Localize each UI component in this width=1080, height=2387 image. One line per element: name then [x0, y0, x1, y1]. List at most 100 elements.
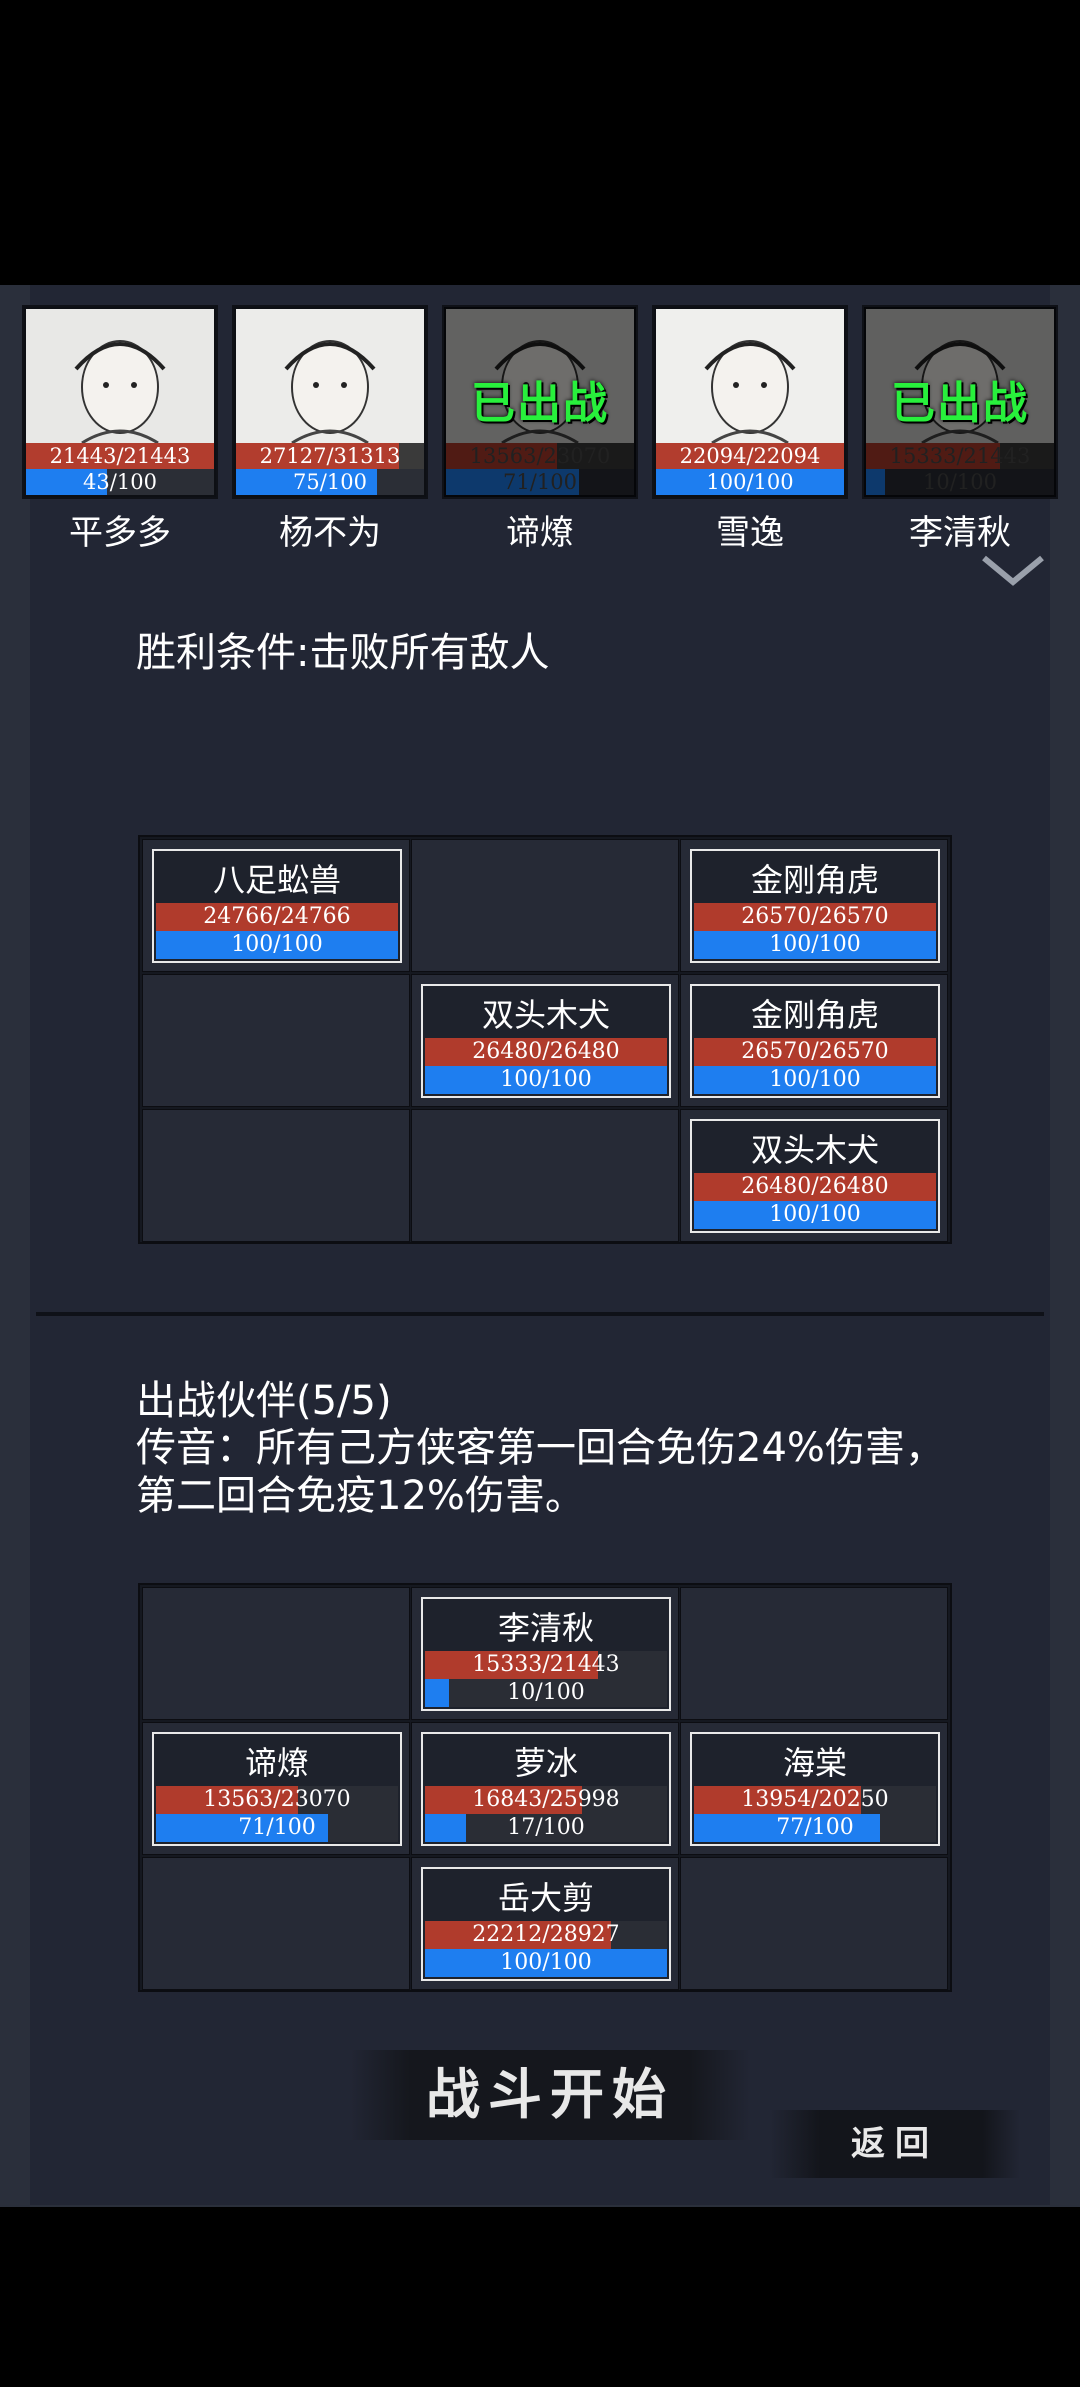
- unit-hp-bar: 16843/25998: [425, 1786, 667, 1814]
- unit-card[interactable]: 萝冰 16843/25998 17/100: [421, 1732, 671, 1846]
- hero-card[interactable]: 21443/21443 43/100 平多多: [22, 305, 218, 554]
- hero-hp-text: 21443/21443: [49, 444, 191, 468]
- unit-energy-text: 100/100: [769, 932, 861, 957]
- unit-energy-text: 10/100: [507, 1680, 585, 1705]
- bottom-black-bar: [0, 2207, 1080, 2387]
- unit-energy-bar: 100/100: [425, 1949, 667, 1977]
- hero-portrait: [236, 309, 424, 443]
- partners-title: 出战伙伴(5/5): [136, 1378, 392, 1424]
- unit-hp-text: 13563/23070: [203, 1787, 351, 1812]
- unit-energy-bar: 100/100: [425, 1066, 667, 1094]
- hero-hp-bar: 27127/31313: [236, 443, 424, 469]
- hero-name: 谛燎: [506, 513, 574, 553]
- hero-energy-bar: 75/100: [236, 469, 424, 495]
- unit-name: 双头木犬: [481, 996, 610, 1034]
- formation-cell[interactable]: [680, 1587, 948, 1720]
- hero-card[interactable]: 15333/2144310/100已出战李清秋: [862, 305, 1058, 554]
- unit-hp-text: 26570/26570: [741, 904, 889, 929]
- unit-hp-bar: 13954/20250: [694, 1786, 936, 1814]
- hero-hp-bar: 21443/21443: [26, 443, 214, 469]
- partners-buff-note: 传音：所有己方侠客第一回合免伤24%伤害，第二回合免疫12%伤害。: [136, 1425, 945, 1519]
- unit-energy-bar: 100/100: [156, 931, 398, 959]
- unit-name: 金刚角虎: [750, 861, 879, 899]
- hero-energy-bar: 100/100: [656, 469, 844, 495]
- unit-energy-text: 77/100: [776, 1815, 854, 1840]
- enemy-formation-grid: 八足蚣兽 24766/24766 100/100 金刚角虎 26570/26570 100…: [138, 835, 952, 1244]
- hero-card[interactable]: 22094/22094 100/100 雪逸: [652, 305, 848, 554]
- top-black-bar: [0, 0, 1080, 285]
- hero-portrait: [26, 309, 214, 443]
- unit-card[interactable]: 金刚角虎 26570/26570 100/100: [690, 984, 940, 1098]
- unit-energy-bar: 71/100: [156, 1814, 398, 1842]
- formation-cell[interactable]: 岳大剪 22212/28927 100/100: [411, 1857, 679, 1990]
- hero-energy-text: 100/100: [706, 470, 794, 494]
- formation-cell[interactable]: 双头木犬 26480/26480 100/100: [680, 1109, 948, 1242]
- unit-card[interactable]: 海棠 13954/20250 77/100: [690, 1732, 940, 1846]
- formation-cell[interactable]: [142, 1857, 410, 1990]
- unit-hp-text: 26480/26480: [741, 1174, 889, 1199]
- unit-hp-text: 22212/28927: [472, 1922, 620, 1947]
- ally-formation-grid: 李清秋 15333/21443 10/100 谛燎 13563/23070 71/100 萝…: [138, 1583, 952, 1992]
- unit-card[interactable]: 李清秋 15333/21443 10/100: [421, 1597, 671, 1711]
- unit-name: 海棠: [782, 1744, 847, 1782]
- hero-name: 李清秋: [909, 513, 1011, 553]
- hero-name: 平多多: [69, 513, 171, 553]
- start-battle-button[interactable]: 战斗开始: [350, 2050, 750, 2140]
- unit-hp-bar: 24766/24766: [156, 903, 398, 931]
- formation-cell[interactable]: 金刚角虎 26570/26570 100/100: [680, 974, 948, 1107]
- hero-roster: 21443/21443 43/100 平多多 27127/31313 75/100 杨不为…: [0, 285, 1080, 555]
- unit-hp-bar: 26480/26480: [425, 1038, 667, 1066]
- unit-hp-text: 15333/21443: [472, 1652, 620, 1677]
- unit-card[interactable]: 双头木犬 26480/26480 100/100: [421, 984, 671, 1098]
- back-button[interactable]: 返回: [770, 2110, 1020, 2178]
- formation-cell[interactable]: [411, 1109, 679, 1242]
- section-divider: [36, 1312, 1044, 1316]
- formation-cell[interactable]: 李清秋 15333/21443 10/100: [411, 1587, 679, 1720]
- hero-card[interactable]: 27127/31313 75/100 杨不为: [232, 305, 428, 554]
- unit-energy-bar: 100/100: [694, 1201, 936, 1229]
- formation-cell[interactable]: 萝冰 16843/25998 17/100: [411, 1722, 679, 1855]
- unit-card[interactable]: 双头木犬 26480/26480 100/100: [690, 1119, 940, 1233]
- unit-energy-bar: 17/100: [425, 1814, 667, 1842]
- unit-energy-text: 71/100: [238, 1815, 316, 1840]
- unit-energy-text: 100/100: [231, 932, 323, 957]
- deployed-label: 已出战: [891, 378, 1029, 429]
- unit-energy-bar: 77/100: [694, 1814, 936, 1842]
- unit-name: 萝冰: [513, 1744, 578, 1782]
- formation-cell[interactable]: [142, 1587, 410, 1720]
- hero-name: 杨不为: [279, 513, 381, 553]
- formation-cell[interactable]: [411, 839, 679, 972]
- hero-card-frame: 15333/2144310/100已出战: [862, 305, 1058, 499]
- hero-card-frame: 27127/31313 75/100: [232, 305, 428, 499]
- formation-cell[interactable]: 八足蚣兽 24766/24766 100/100: [142, 839, 410, 972]
- hero-portrait: [656, 309, 844, 443]
- unit-card[interactable]: 金刚角虎 26570/26570 100/100: [690, 849, 940, 963]
- unit-card[interactable]: 岳大剪 22212/28927 100/100: [421, 1867, 671, 1981]
- formation-cell[interactable]: [142, 974, 410, 1107]
- formation-cell[interactable]: 双头木犬 26480/26480 100/100: [411, 974, 679, 1107]
- deployed-label: 已出战: [471, 378, 609, 429]
- hero-energy-bar: 43/100: [26, 469, 214, 495]
- hero-card-frame: 22094/22094 100/100: [652, 305, 848, 499]
- unit-energy-text: 17/100: [507, 1815, 585, 1840]
- hero-card-frame: 13563/2307071/100已出战: [442, 305, 638, 499]
- formation-cell[interactable]: [680, 1857, 948, 1990]
- unit-energy-text: 100/100: [500, 1950, 592, 1975]
- unit-hp-bar: 22212/28927: [425, 1921, 667, 1949]
- unit-energy-bar: 100/100: [694, 931, 936, 959]
- hero-card[interactable]: 13563/2307071/100已出战谛燎: [442, 305, 638, 554]
- hero-card-frame: 21443/21443 43/100: [22, 305, 218, 499]
- formation-cell[interactable]: 金刚角虎 26570/26570 100/100: [680, 839, 948, 972]
- unit-card[interactable]: 八足蚣兽 24766/24766 100/100: [152, 849, 402, 963]
- unit-hp-bar: 26570/26570: [694, 903, 936, 931]
- unit-hp-text: 26480/26480: [472, 1039, 620, 1064]
- hero-hp-bar: 22094/22094: [656, 443, 844, 469]
- unit-hp-text: 16843/25998: [472, 1787, 620, 1812]
- unit-card[interactable]: 谛燎 13563/23070 71/100: [152, 1732, 402, 1846]
- formation-cell[interactable]: 谛燎 13563/23070 71/100: [142, 1722, 410, 1855]
- chevron-down-icon[interactable]: [978, 552, 1048, 588]
- unit-name: 李清秋: [497, 1609, 594, 1647]
- formation-cell[interactable]: 海棠 13954/20250 77/100: [680, 1722, 948, 1855]
- formation-cell[interactable]: [142, 1109, 410, 1242]
- hero-name: 雪逸: [716, 513, 784, 553]
